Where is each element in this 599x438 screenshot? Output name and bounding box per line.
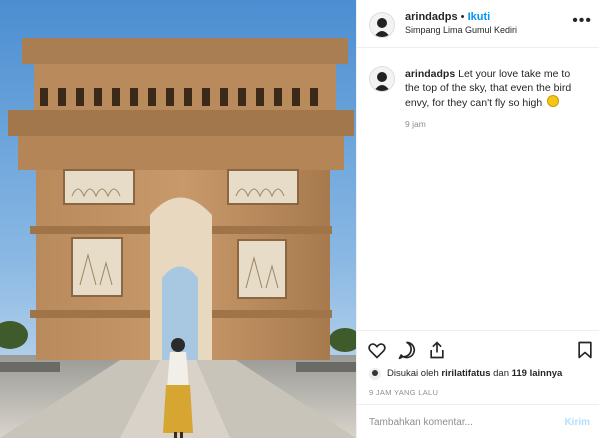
- heart-icon[interactable]: [367, 340, 387, 360]
- likes-prefix: Disukai oleh: [387, 368, 442, 379]
- bookmark-icon[interactable]: [575, 340, 595, 360]
- caption-time: 9 jam: [405, 119, 426, 129]
- post-header: arindadps • Ikuti Simpang Lima Gumul Ked…: [357, 0, 599, 48]
- comment-input[interactable]: Tambahkan komentar...: [369, 417, 473, 428]
- user-avatar[interactable]: [369, 12, 395, 38]
- smiley-emoji-icon: [547, 95, 560, 107]
- post-timestamp: 9 JAM YANG LALU: [369, 388, 439, 397]
- caption-avatar[interactable]: [369, 66, 395, 92]
- post-caption: arindadps Let your love take me to the t…: [405, 67, 585, 110]
- header-user-line: arindadps • Ikuti: [405, 11, 490, 23]
- more-horizontal-icon[interactable]: •••: [572, 12, 592, 30]
- avatar-image: [369, 368, 381, 380]
- header-username-link[interactable]: arindadps: [405, 11, 458, 23]
- avatar-image: [370, 13, 394, 37]
- share-icon[interactable]: [427, 340, 447, 360]
- post-side-panel: arindadps • Ikuti Simpang Lima Gumul Ked…: [356, 0, 599, 438]
- likes-text: Disukai oleh ririlatifatus dan 119 lainn…: [387, 368, 562, 379]
- comment-icon[interactable]: [397, 340, 417, 360]
- header-separator: •: [460, 11, 465, 23]
- liker-avatar[interactable]: [369, 368, 381, 380]
- send-button[interactable]: Kirim: [564, 417, 590, 428]
- comment-box: Tambahkan komentar... Kirim: [357, 404, 599, 438]
- likes-middle: dan: [490, 368, 512, 379]
- location-link[interactable]: Simpang Lima Gumul Kediri: [405, 25, 517, 35]
- photo-arch-monument: [0, 0, 356, 438]
- liker-username-link[interactable]: ririlatifatus: [441, 368, 490, 379]
- follow-button[interactable]: Ikuti: [468, 11, 491, 23]
- caption-username-link[interactable]: arindadps: [405, 68, 455, 80]
- post-actions-bar: [357, 330, 599, 368]
- avatar-image: [370, 67, 394, 91]
- likes-count-link[interactable]: 119 lainnya: [512, 368, 563, 379]
- post-photo[interactable]: [0, 0, 356, 438]
